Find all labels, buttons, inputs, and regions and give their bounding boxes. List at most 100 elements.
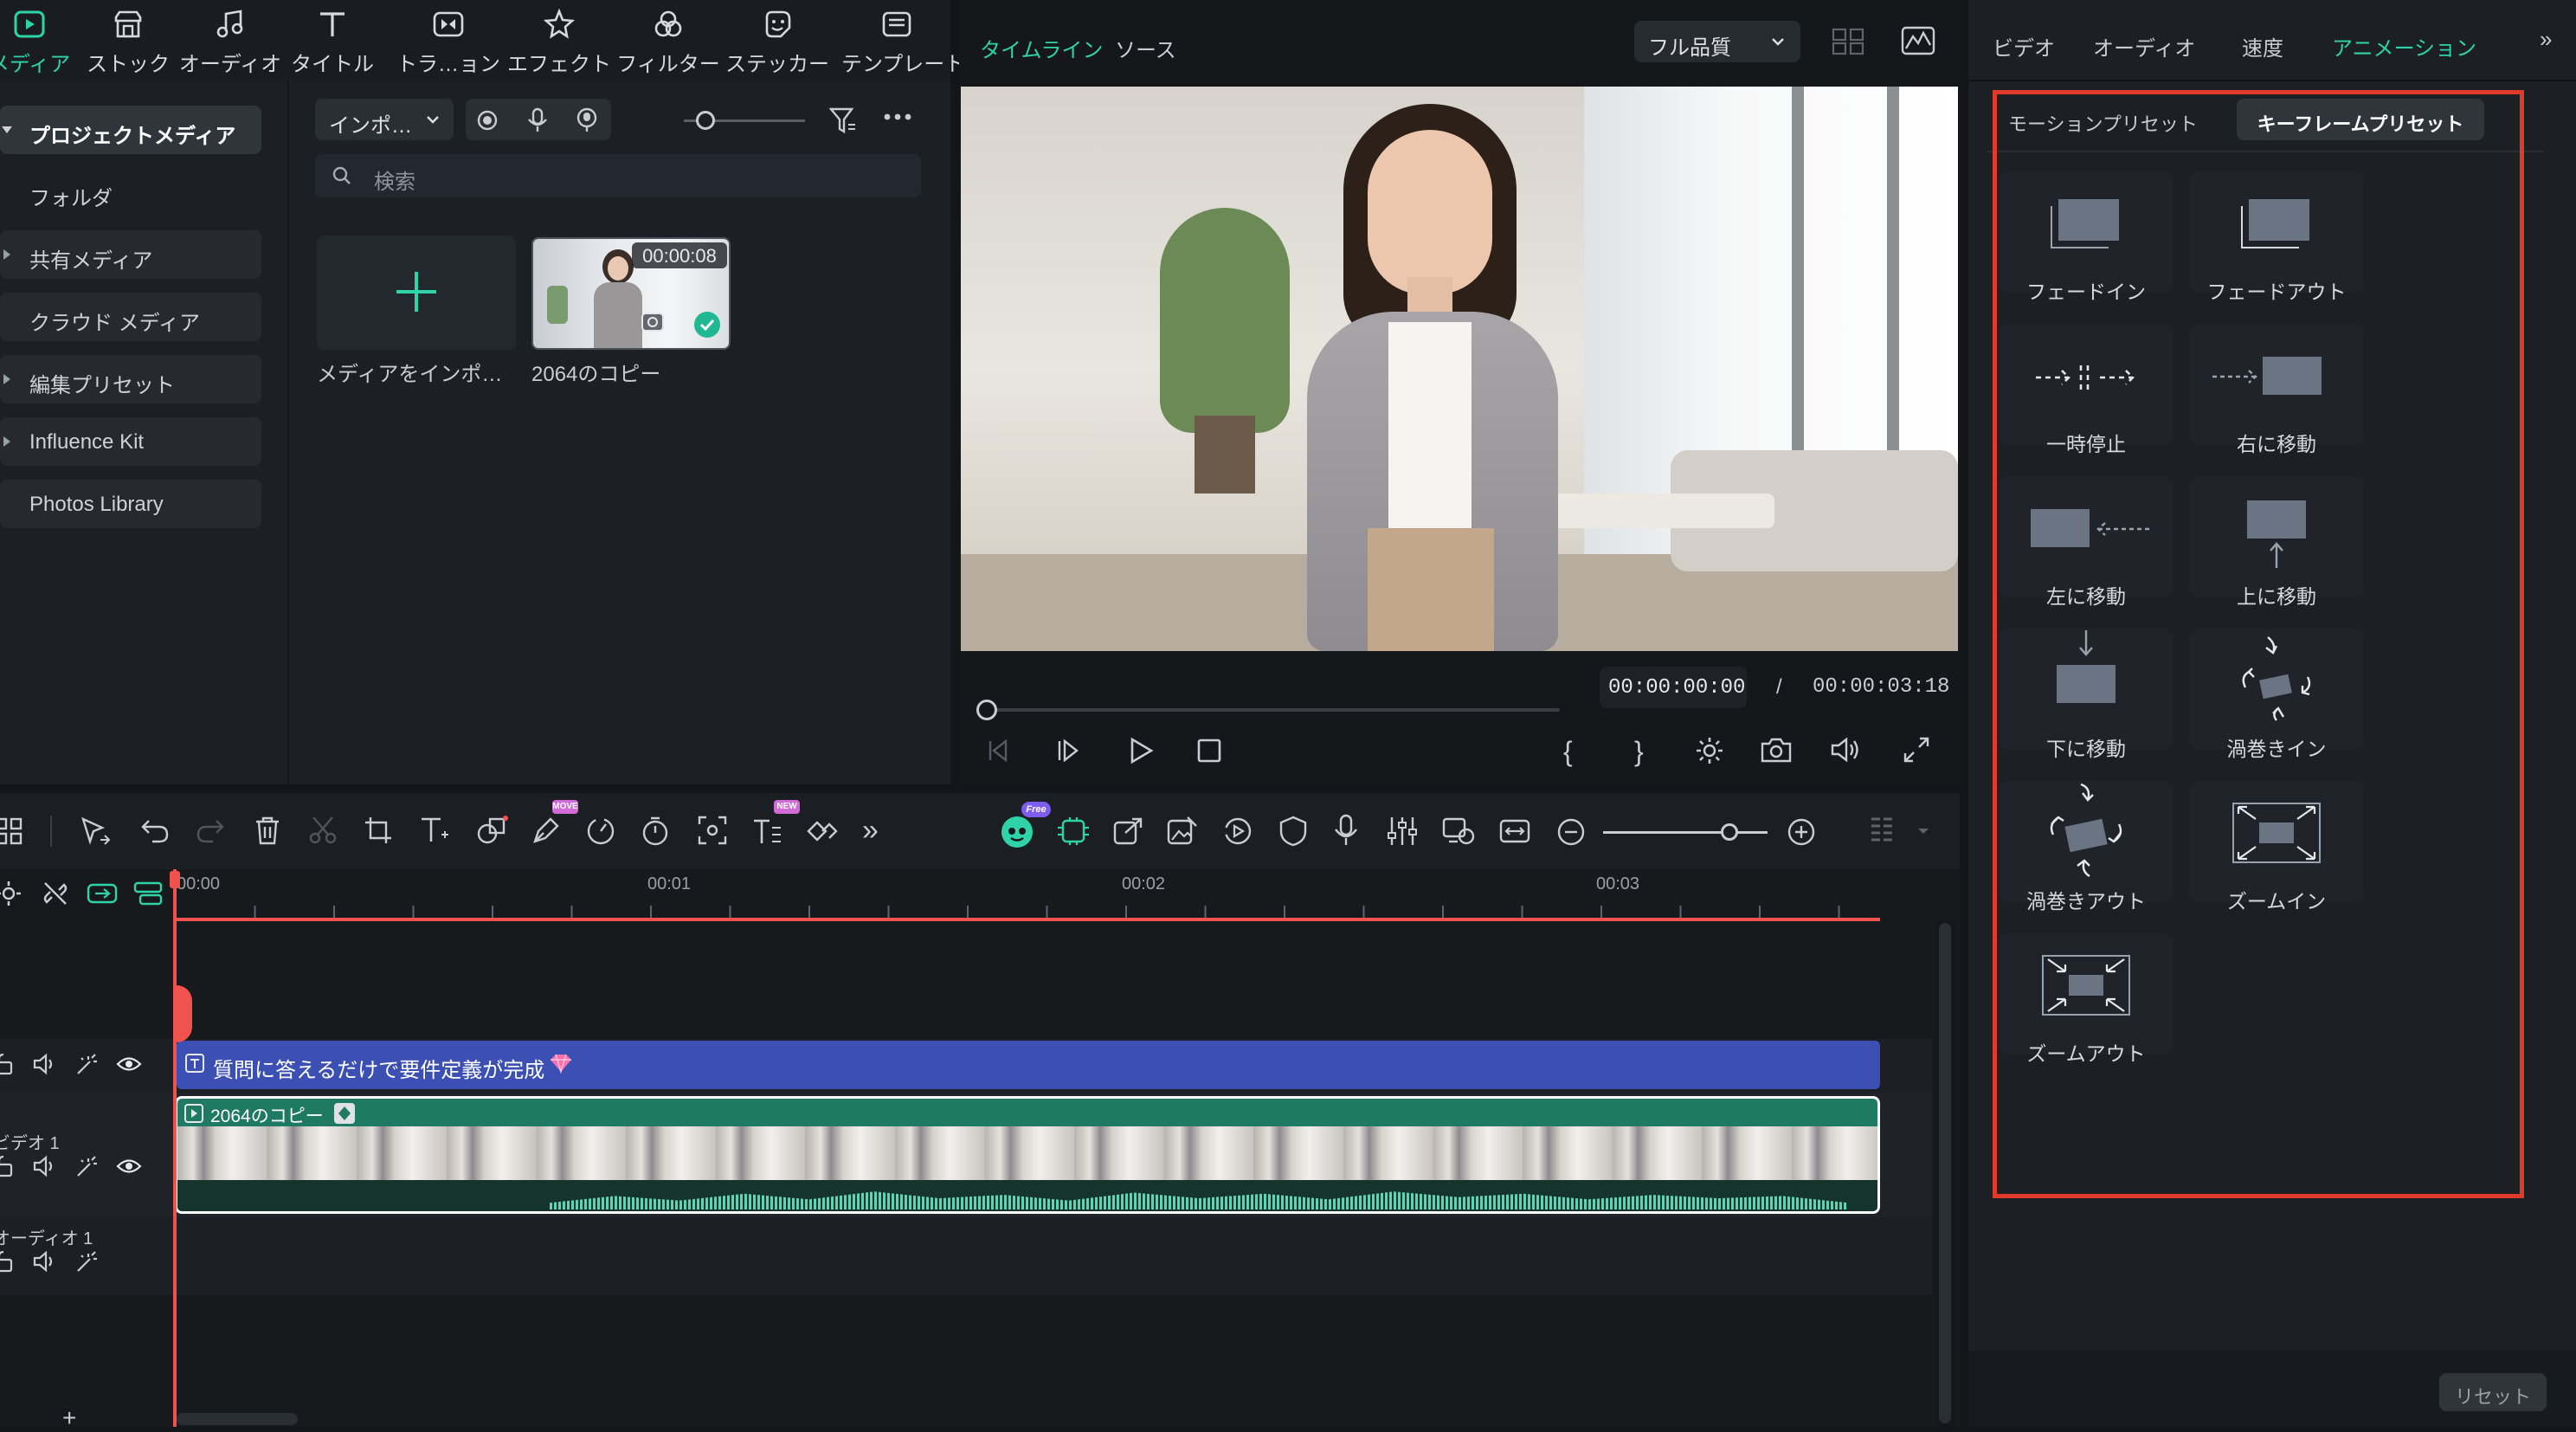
sidebar-item-folder[interactable]: フォルダ: [0, 168, 261, 216]
lock-icon[interactable]: [0, 1155, 14, 1177]
audio-mixer-icon[interactable]: [1387, 816, 1418, 847]
sidebar-item-photos-library[interactable]: Photos Library: [0, 480, 261, 528]
quality-dropdown[interactable]: フル品質: [1634, 21, 1800, 62]
toolbar-transition[interactable]: トラ…ョン: [393, 0, 504, 80]
volume-icon[interactable]: [1830, 736, 1861, 764]
lock-icon[interactable]: [0, 1053, 14, 1075]
link-clips-icon[interactable]: [87, 881, 118, 906]
speed-ramp-icon[interactable]: [585, 816, 616, 847]
timeline-zoom-slider[interactable]: [1603, 831, 1768, 834]
speaker-icon[interactable]: [33, 1155, 57, 1177]
microphone-icon[interactable]: [526, 107, 549, 133]
vertical-scrollbar-thumb[interactable]: [1939, 923, 1951, 1423]
voiceover-icon[interactable]: [575, 107, 599, 133]
import-media-tile[interactable]: [317, 235, 516, 350]
next-frame-icon[interactable]: [1056, 738, 1082, 764]
playback-progress-track[interactable]: [976, 708, 1560, 712]
zoom-out-minus-icon[interactable]: [1556, 817, 1586, 847]
scene-detect-icon[interactable]: [1442, 816, 1475, 847]
playhead-top-handle[interactable]: [170, 871, 180, 888]
previous-frame-icon[interactable]: [985, 738, 1011, 764]
more-tools-icon[interactable]: »: [862, 814, 879, 848]
zoom-in-plus-icon[interactable]: [1787, 817, 1816, 847]
tab-video[interactable]: ビデオ: [1993, 31, 2055, 61]
stabilize-icon[interactable]: [1222, 816, 1253, 847]
toolbar-sticker[interactable]: ステッカー: [722, 0, 833, 80]
play-icon[interactable]: [1127, 736, 1155, 765]
sidebar-item-project-media[interactable]: プロジェクトメディア: [0, 106, 261, 154]
image-edit-icon[interactable]: [1167, 816, 1198, 847]
playhead-drag-handle[interactable]: [173, 985, 192, 1042]
magic-wand-icon[interactable]: [74, 1155, 99, 1179]
playhead-knob[interactable]: [976, 700, 997, 720]
magic-wand-icon[interactable]: [74, 1053, 99, 1077]
zoom-slider-knob[interactable]: [1721, 823, 1738, 841]
toolbar-stock[interactable]: ストック: [73, 0, 184, 80]
crop-icon[interactable]: [364, 816, 393, 845]
layout-grid-icon[interactable]: [0, 817, 23, 845]
filter-funnel-icon[interactable]: [829, 106, 857, 135]
timeline-settings-icon[interactable]: [0, 880, 23, 907]
import-dropdown[interactable]: インポ…: [315, 99, 454, 140]
stop-icon[interactable]: [1196, 738, 1222, 764]
pen-tool-icon[interactable]: [531, 816, 561, 845]
export-share-icon[interactable]: [1113, 816, 1144, 847]
sidebar-item-cloud-media[interactable]: クラウド メディア: [0, 293, 261, 341]
timer-icon[interactable]: [641, 816, 670, 847]
slider-knob[interactable]: [696, 111, 715, 130]
current-time-box[interactable]: 00:00:00:00: [1600, 667, 1747, 708]
auto-sync-icon[interactable]: [1056, 816, 1091, 847]
fit-width-icon[interactable]: [1499, 816, 1530, 847]
undo-icon[interactable]: [140, 817, 170, 843]
tab-audio[interactable]: オーディオ: [2093, 31, 2195, 61]
scope-chart-icon[interactable]: [1901, 26, 1935, 55]
add-track-button[interactable]: +: [62, 1404, 76, 1432]
tab-source[interactable]: ソース: [1115, 33, 1176, 63]
media-clip-thumbnail[interactable]: 00:00:08: [531, 237, 731, 350]
eye-icon[interactable]: [116, 1157, 142, 1176]
magnetic-track-icon[interactable]: [133, 881, 163, 906]
fullscreen-icon[interactable]: [1903, 736, 1930, 764]
record-voice-icon[interactable]: [1333, 814, 1359, 847]
title-clip[interactable]: 質問に答えるだけで要件定義が完成: [177, 1041, 1880, 1089]
tab-speed[interactable]: 速度: [2242, 31, 2283, 61]
speaker-icon[interactable]: [33, 1250, 57, 1273]
sidebar-item-influence-kit[interactable]: Influence Kit: [0, 417, 261, 466]
more-options-icon[interactable]: [883, 113, 912, 121]
search-input[interactable]: 検索: [315, 154, 921, 197]
toolbar-audio[interactable]: オーディオ: [175, 0, 286, 80]
toolbar-template[interactable]: テンプレート: [841, 0, 965, 80]
screen-record-icon[interactable]: [476, 109, 499, 132]
speaker-icon[interactable]: [33, 1053, 57, 1075]
delete-trash-icon[interactable]: [254, 816, 280, 845]
focus-frame-icon[interactable]: [698, 816, 727, 845]
text-tool-icon[interactable]: [419, 816, 450, 845]
tab-timeline[interactable]: タイムライン: [980, 33, 1103, 63]
ai-text-icon[interactable]: [751, 816, 784, 847]
toolbar-filter[interactable]: フィルター: [613, 0, 724, 80]
toolbar-effect[interactable]: エフェクト: [504, 0, 615, 80]
track-layout-icon[interactable]: [1870, 816, 1894, 847]
mark-in-icon[interactable]: {: [1563, 736, 1573, 768]
settings-gear-icon[interactable]: [1695, 736, 1724, 765]
chevron-down-icon[interactable]: [1916, 824, 1930, 838]
reset-button[interactable]: リセット: [2439, 1373, 2547, 1411]
timeline-ruler[interactable]: 00:00 00:01 00:02 00:03: [175, 869, 1906, 919]
snapshot-camera-icon[interactable]: [1761, 736, 1792, 764]
toolbar-title[interactable]: タイトル: [277, 0, 388, 80]
expand-panel-icon[interactable]: »: [2540, 26, 2552, 53]
lock-icon[interactable]: [0, 1250, 14, 1273]
grid-view-icon[interactable]: [1832, 28, 1864, 55]
playhead-line[interactable]: [173, 869, 177, 1427]
mark-out-icon[interactable]: }: [1634, 736, 1644, 768]
video-clip[interactable]: 2064のコピー: [175, 1096, 1880, 1214]
sidebar-item-shared-media[interactable]: 共有メディア: [0, 230, 261, 279]
select-cursor-icon[interactable]: [80, 816, 111, 847]
keyframe-path-icon[interactable]: [805, 816, 840, 847]
redo-icon[interactable]: [196, 817, 225, 843]
eye-icon[interactable]: [116, 1055, 142, 1074]
shield-mask-icon[interactable]: [1279, 816, 1307, 847]
unlink-icon[interactable]: [42, 880, 69, 907]
sidebar-item-edit-presets[interactable]: 編集プリセット: [0, 355, 261, 403]
magic-wand-icon[interactable]: [74, 1250, 99, 1274]
